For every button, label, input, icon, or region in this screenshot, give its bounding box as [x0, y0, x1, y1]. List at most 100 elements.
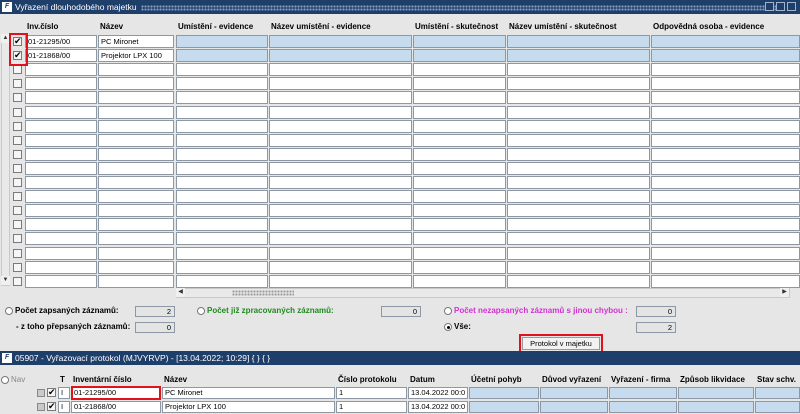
name-cell[interactable]: [98, 106, 174, 119]
scroll-right-icon[interactable]: ▶: [780, 288, 789, 297]
inv-number-cell[interactable]: [25, 247, 97, 260]
grid-cell[interactable]: [651, 148, 800, 161]
protocol-cell[interactable]: 13.04.2022 00:0: [408, 387, 468, 399]
protocol-cell[interactable]: [678, 401, 754, 413]
maximize-icon[interactable]: [776, 2, 785, 11]
protocol-cell[interactable]: [678, 387, 754, 399]
row-selector[interactable]: [37, 389, 45, 397]
grid-cell[interactable]: [269, 49, 412, 62]
column-header[interactable]: Umístění - skutečnost: [413, 20, 506, 33]
grid-cell[interactable]: [413, 261, 506, 274]
inv-number-cell[interactable]: [25, 275, 97, 288]
radio-recorded[interactable]: [5, 307, 13, 315]
grid-cell[interactable]: [651, 162, 800, 175]
row-checkbox[interactable]: [13, 108, 22, 117]
name-cell[interactable]: [98, 232, 174, 245]
grid-cell[interactable]: [176, 106, 268, 119]
protocol-cell[interactable]: [609, 387, 677, 399]
grid-cell[interactable]: [176, 77, 268, 90]
grid-cell[interactable]: [413, 232, 506, 245]
grid-cell[interactable]: [269, 63, 412, 76]
grid-cell[interactable]: [413, 275, 506, 288]
grid-cell[interactable]: [413, 204, 506, 217]
grid-cell[interactable]: [651, 91, 800, 104]
grid-cell[interactable]: [413, 49, 506, 62]
grid-cell[interactable]: [413, 120, 506, 133]
grid-cell[interactable]: [413, 106, 506, 119]
grid-cell[interactable]: [507, 77, 650, 90]
protocol-cell[interactable]: 1: [336, 401, 407, 413]
inv-number-cell[interactable]: [25, 77, 97, 90]
inv-number-cell[interactable]: [25, 218, 97, 231]
grid-cell[interactable]: [176, 49, 268, 62]
grid-cell[interactable]: [651, 63, 800, 76]
column-header[interactable]: Název umístění - skutečnost: [507, 20, 650, 33]
grid-cell[interactable]: [413, 148, 506, 161]
grid-cell[interactable]: [651, 232, 800, 245]
name-cell[interactable]: [98, 120, 174, 133]
grid-cell[interactable]: [269, 91, 412, 104]
grid-cell[interactable]: [507, 35, 650, 48]
protocol-cell[interactable]: I: [58, 387, 70, 399]
grid-cell[interactable]: [651, 77, 800, 90]
protocol-row-checkbox[interactable]: [47, 387, 56, 398]
inv-number-cell[interactable]: [25, 261, 97, 274]
name-cell[interactable]: [98, 190, 174, 203]
protocol-column-header[interactable]: Číslo protokolu: [336, 374, 407, 386]
row-checkbox[interactable]: [13, 136, 22, 145]
row-selector[interactable]: [37, 403, 45, 411]
grid-cell[interactable]: [651, 275, 800, 288]
grid-cell[interactable]: [651, 190, 800, 203]
inv-number-cell[interactable]: [25, 120, 97, 133]
grid-cell[interactable]: [269, 176, 412, 189]
name-cell[interactable]: [98, 204, 174, 217]
row-checkbox[interactable]: [13, 178, 22, 187]
grid-cell[interactable]: [651, 261, 800, 274]
protocol-cell[interactable]: [755, 401, 800, 413]
grid-cell[interactable]: [507, 148, 650, 161]
protocol-row-checkbox[interactable]: [47, 401, 56, 412]
grid-cell[interactable]: [176, 176, 268, 189]
scroll-down-icon[interactable]: ▼: [1, 276, 10, 285]
radio-all[interactable]: [444, 323, 452, 331]
protocol-cell[interactable]: I: [58, 401, 70, 413]
row-checkbox[interactable]: [13, 234, 22, 243]
grid-cell[interactable]: [176, 218, 268, 231]
protocol-cell[interactable]: Projektor LPX 100: [162, 401, 335, 413]
protocol-cell[interactable]: 01-21868/00: [71, 401, 161, 413]
inv-number-cell[interactable]: [25, 162, 97, 175]
scroll-left-icon[interactable]: ◀: [176, 288, 185, 297]
grid-cell[interactable]: [176, 148, 268, 161]
grid-cell[interactable]: [176, 120, 268, 133]
grid-cell[interactable]: [269, 218, 412, 231]
name-cell[interactable]: [98, 176, 174, 189]
grid-cell[interactable]: [507, 162, 650, 175]
row-checkbox[interactable]: [13, 65, 22, 74]
row-checkbox[interactable]: [13, 263, 22, 272]
grid-cell[interactable]: [507, 190, 650, 203]
name-cell[interactable]: Projektor LPX 100: [98, 49, 174, 62]
name-cell[interactable]: [98, 162, 174, 175]
inv-number-cell[interactable]: [25, 134, 97, 147]
inv-number-cell[interactable]: 01-21868/00: [25, 49, 97, 62]
grid-cell[interactable]: [507, 275, 650, 288]
grid-cell[interactable]: [269, 106, 412, 119]
minimize-icon[interactable]: [765, 2, 774, 11]
grid-cell[interactable]: [413, 218, 506, 231]
inv-number-cell[interactable]: 01-21295/00: [25, 35, 97, 48]
horizontal-scrollbar[interactable]: ◀ ▶: [176, 288, 790, 298]
name-cell[interactable]: PC Mironet: [98, 35, 174, 48]
row-checkbox[interactable]: [13, 79, 22, 88]
grid-cell[interactable]: [507, 261, 650, 274]
column-header[interactable]: Inv.číslo: [25, 20, 97, 33]
grid-cell[interactable]: [269, 247, 412, 260]
grid-cell[interactable]: [507, 91, 650, 104]
protocol-column-header[interactable]: Způsob likvidace: [678, 374, 754, 386]
grid-cell[interactable]: [651, 204, 800, 217]
radio-processed[interactable]: [197, 307, 205, 315]
column-header[interactable]: Umístění - evidence: [176, 20, 268, 33]
protocol-column-header[interactable]: Vyřazení - firma: [609, 374, 677, 386]
grid-cell[interactable]: [507, 120, 650, 133]
grid-cell[interactable]: [269, 120, 412, 133]
grid-cell[interactable]: [507, 134, 650, 147]
